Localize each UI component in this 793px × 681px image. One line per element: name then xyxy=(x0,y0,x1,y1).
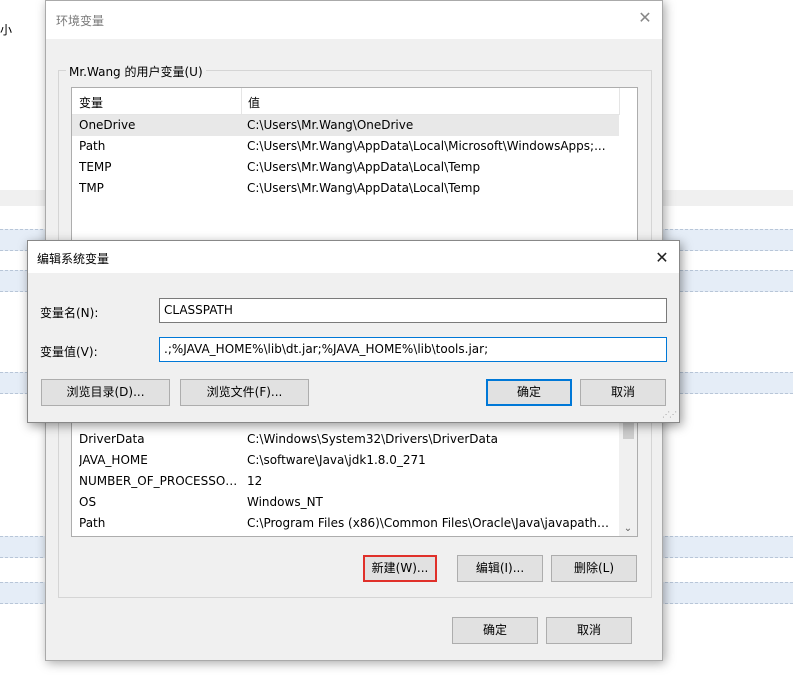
env-dialog-titlebar: 环境变量 ✕ xyxy=(46,1,662,39)
variable-value: C:\Windows\System32\Drivers\DriverData xyxy=(247,432,498,446)
variable-name: NUMBER_OF_PROCESSORS xyxy=(79,474,239,488)
variable-value: C:\Program Files (x86)\Common Files\Orac… xyxy=(247,516,612,530)
env-cancel-button[interactable]: 取消 xyxy=(546,617,632,644)
variable-value: C:\Users\Mr.Wang\AppData\Local\Microsoft… xyxy=(247,139,606,153)
close-icon[interactable]: ✕ xyxy=(628,1,662,35)
variable-name: Path xyxy=(79,139,106,153)
variable-name: DriverData xyxy=(79,432,145,446)
variable-name: TEMP xyxy=(79,160,112,174)
env-dialog-title: 环境变量 xyxy=(56,14,105,28)
variable-value-label: 变量值(V): xyxy=(40,345,98,359)
variable-value: 12 xyxy=(247,474,263,488)
vertical-scrollbar[interactable]: ⌄ xyxy=(619,405,637,536)
vertical-scrollbar[interactable] xyxy=(619,88,637,115)
list-item[interactable]: Path C:\Program Files (x86)\Common Files… xyxy=(72,513,619,534)
background-label: 大小 xyxy=(0,23,13,37)
edit-system-variable-dialog: 编辑系统变量 ✕ 变量名(N): CLASSPATH 变量值(V): .;%JA… xyxy=(27,240,680,423)
variable-value: C:\Users\Mr.Wang\AppData\Local\Temp xyxy=(247,181,481,195)
close-icon[interactable]: ✕ xyxy=(649,245,675,271)
column-header-name[interactable]: 变量 xyxy=(79,94,103,111)
resize-grip-icon[interactable]: ⋰⋰ xyxy=(662,410,677,419)
list-item[interactable]: TMP C:\Users\Mr.Wang\AppData\Local\Temp xyxy=(72,178,619,199)
variable-name: OS xyxy=(79,495,97,509)
column-divider xyxy=(241,88,242,115)
user-variables-list[interactable]: 变量 值 OneDrive C:\Users\Mr.Wang\OneDrive … xyxy=(71,87,638,247)
variable-name: TMP xyxy=(79,181,104,195)
scrollbar-thumb[interactable] xyxy=(623,423,634,439)
env-ok-button[interactable]: 确定 xyxy=(452,617,538,644)
variable-value: C:\software\Java\jdk1.8.0_271 xyxy=(247,453,426,467)
browse-file-button[interactable]: 浏览文件(F)... xyxy=(180,379,309,406)
edit-variable-button[interactable]: 编辑(I)... xyxy=(457,555,543,582)
list-item[interactable]: DriverData C:\Windows\System32\Drivers\D… xyxy=(72,429,619,450)
variable-name: Path xyxy=(79,516,106,530)
variable-value: C:\Users\Mr.Wang\AppData\Local\Temp xyxy=(247,160,481,174)
user-variables-group-label: Mr.Wang 的用户变量(U) xyxy=(66,63,206,80)
chevron-down-icon[interactable]: ⌄ xyxy=(619,523,637,534)
variable-name: JAVA_HOME xyxy=(79,453,148,467)
variable-value: Windows_NT xyxy=(247,495,323,509)
browse-directory-button[interactable]: 浏览目录(D)... xyxy=(41,379,170,406)
variable-name-label: 变量名(N): xyxy=(40,306,99,320)
edit-ok-button[interactable]: 确定 xyxy=(486,379,572,406)
edit-dialog-titlebar: 编辑系统变量 ✕ xyxy=(28,241,679,273)
list-header: 变量 值 xyxy=(72,88,619,115)
list-item[interactable]: JAVA_HOME C:\software\Java\jdk1.8.0_271 xyxy=(72,450,619,471)
column-header-value[interactable]: 值 xyxy=(248,94,260,111)
variable-name: OneDrive xyxy=(79,118,136,132)
edit-cancel-button[interactable]: 取消 xyxy=(580,379,666,406)
list-item[interactable]: TEMP C:\Users\Mr.Wang\AppData\Local\Temp xyxy=(72,157,619,178)
list-item[interactable]: OneDrive C:\Users\Mr.Wang\OneDrive xyxy=(72,115,619,136)
list-item[interactable]: Path C:\Users\Mr.Wang\AppData\Local\Micr… xyxy=(72,136,619,157)
delete-variable-button[interactable]: 删除(L) xyxy=(551,555,637,582)
variable-value-field[interactable]: .;%JAVA_HOME%\lib\dt.jar;%JAVA_HOME%\lib… xyxy=(159,337,667,362)
edit-dialog-title: 编辑系统变量 xyxy=(37,252,110,266)
variable-name-field[interactable]: CLASSPATH xyxy=(159,298,667,323)
list-item[interactable]: OS Windows_NT xyxy=(72,492,619,513)
system-variables-list[interactable]: ​ DriverData C:\Windows\System32\Drivers… xyxy=(71,405,638,537)
new-variable-button[interactable]: 新建(W)... xyxy=(363,555,437,582)
list-item[interactable]: NUMBER_OF_PROCESSORS 12 xyxy=(72,471,619,492)
variable-value: C:\Users\Mr.Wang\OneDrive xyxy=(247,118,414,132)
